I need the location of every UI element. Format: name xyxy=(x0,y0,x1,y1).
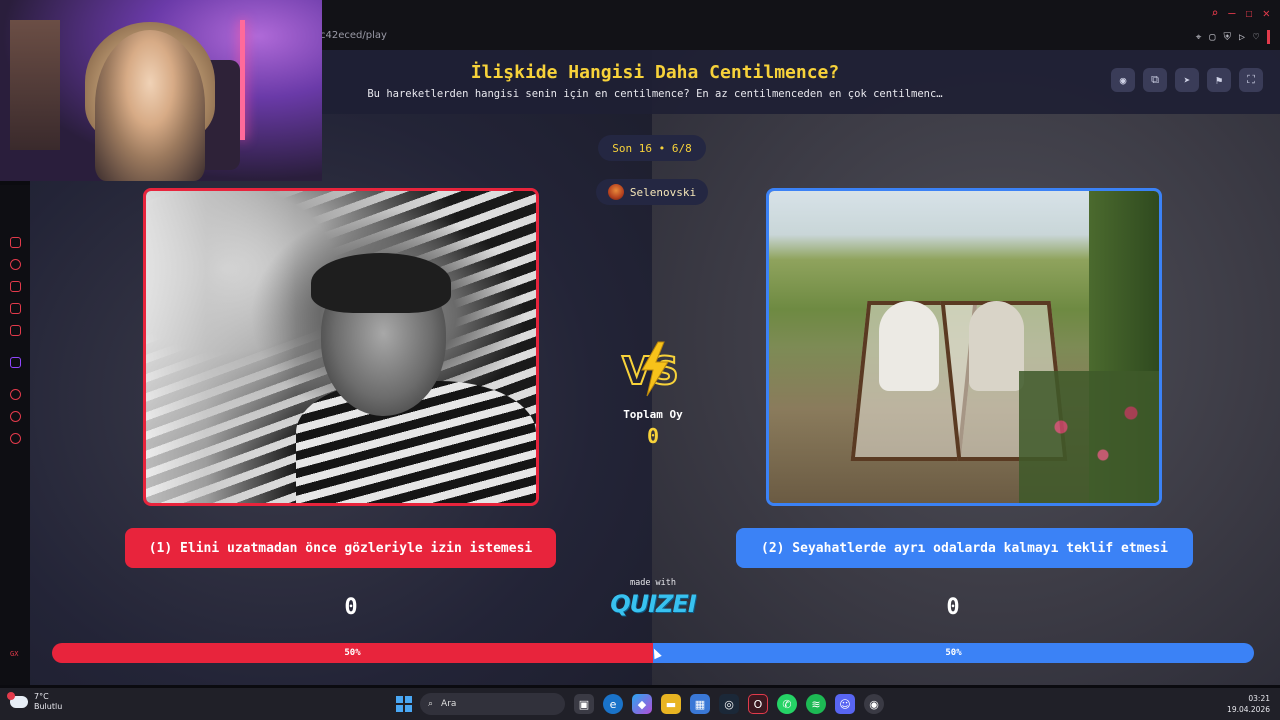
edge-icon[interactable]: e xyxy=(603,694,623,714)
clock-time: 03:21 xyxy=(1248,694,1270,703)
search-icon: ⌕ xyxy=(428,699,434,709)
discord-icon[interactable]: ☺ xyxy=(835,694,855,714)
option-right-button[interactable]: (2) Seyahatlerde ayrı odalarda kalmayı t… xyxy=(736,528,1193,568)
total-votes-value: 0 xyxy=(646,424,660,448)
bar-left-label: 50% xyxy=(344,648,361,658)
windows-start-icon[interactable] xyxy=(396,696,412,712)
total-votes-label: Toplam Oy xyxy=(623,408,683,421)
bar-right-segment: 50% xyxy=(653,643,1254,663)
store-icon[interactable]: ▦ xyxy=(690,694,710,714)
webcam-overlay xyxy=(0,0,322,181)
browser-sidebar: GX xyxy=(0,185,30,685)
avatar xyxy=(607,184,624,200)
bar-right-label: 50% xyxy=(945,648,962,658)
steam-icon[interactable]: ◎ xyxy=(719,694,739,714)
minimize-icon[interactable]: — xyxy=(1228,6,1235,20)
fullscreen-icon[interactable]: ⛶ xyxy=(1239,68,1263,92)
taskbar-apps: ▣ e ◆ ▬ ▦ ◎ O ✆ ≋ ☺ ◉ xyxy=(574,694,884,714)
score-right: 0 xyxy=(946,595,960,620)
whatsapp-icon[interactable]: ✆ xyxy=(777,694,797,714)
taskbar-search[interactable]: ⌕ Ara xyxy=(420,693,565,715)
task-view-icon[interactable]: ▣ xyxy=(574,694,594,714)
user-badge[interactable]: Selenovski xyxy=(596,179,708,205)
search-icon[interactable]: ⌕ xyxy=(1211,6,1218,20)
system-clock[interactable]: 03:21 19.04.2026 xyxy=(1227,693,1270,715)
bookmark-icon[interactable]: ▢ xyxy=(1209,32,1215,43)
flag-icon[interactable]: ⚑ xyxy=(1207,68,1231,92)
bw-portrait-photo xyxy=(146,191,536,503)
gx-label: GX xyxy=(10,650,19,658)
close-icon[interactable]: ✕ xyxy=(1263,6,1270,20)
window-controls: ⌕ — ☐ ✕ xyxy=(1211,6,1270,20)
clock-date: 19.04.2026 xyxy=(1227,705,1270,714)
windows-taskbar: 7°C Bulutlu ⌕ Ara ▣ e ◆ ▬ ▦ ◎ O ✆ ≋ ☺ ◉ … xyxy=(0,688,1280,720)
close-circle-icon[interactable] xyxy=(10,389,21,400)
gx-accent-bar xyxy=(1267,30,1270,44)
music-icon[interactable] xyxy=(10,325,21,336)
user-name: Selenovski xyxy=(629,185,697,199)
score-left: 0 xyxy=(344,595,358,620)
option-left-button[interactable]: (1) Elini uzatmadan önce gözleriyle izin… xyxy=(125,528,556,568)
clock-icon[interactable] xyxy=(10,411,21,422)
search-placeholder: Ara xyxy=(441,699,457,709)
countryside-photo xyxy=(769,191,1159,503)
folder-icon[interactable]: ▬ xyxy=(661,694,681,714)
play-icon[interactable]: ▷ xyxy=(1239,32,1245,43)
maximize-icon[interactable]: ☐ xyxy=(1246,6,1253,20)
weather-temp: 7°C xyxy=(34,692,49,701)
header-actions: ◉ ⧉ ➤ ⚑ ⛶ xyxy=(1111,68,1263,92)
chat-icon[interactable] xyxy=(10,303,21,314)
gamepad-icon[interactable] xyxy=(10,237,21,248)
bag-icon[interactable] xyxy=(10,281,21,292)
settings-icon[interactable] xyxy=(10,433,21,444)
round-badge: Son 16 • 6/8 xyxy=(598,135,706,161)
weather-desc: Bulutlu xyxy=(34,702,63,711)
weather-widget[interactable]: 7°C Bulutlu xyxy=(7,692,63,712)
option-left-image[interactable] xyxy=(143,188,539,506)
extension-bar: ⌖ ▢ ⛨ ▷ ♡ xyxy=(1196,30,1270,44)
pin-icon[interactable]: ⌖ xyxy=(1196,32,1202,43)
refresh-icon[interactable] xyxy=(10,259,21,270)
opera-gx-icon[interactable]: O xyxy=(748,694,768,714)
cloud-icon xyxy=(7,692,28,708)
quizei-logo[interactable]: QUIZEI xyxy=(600,590,706,618)
eye-icon[interactable]: ◉ xyxy=(1111,68,1135,92)
send-icon[interactable]: ➤ xyxy=(1175,68,1199,92)
copilot-icon[interactable]: ◆ xyxy=(632,694,652,714)
shield-icon[interactable]: ⛨ xyxy=(1223,32,1231,43)
copy-icon[interactable]: ⧉ xyxy=(1143,68,1167,92)
option-right-image[interactable] xyxy=(766,188,1162,506)
spotify-icon[interactable]: ≋ xyxy=(806,694,826,714)
obs-icon[interactable]: ◉ xyxy=(864,694,884,714)
made-with-label: made with xyxy=(629,578,677,588)
address-bar[interactable]: c42eced/play xyxy=(320,30,387,41)
vs-icon: VS xyxy=(621,341,680,397)
twitch-icon[interactable] xyxy=(10,357,21,368)
bar-left-segment: 50% xyxy=(52,643,653,663)
heart-icon[interactable]: ♡ xyxy=(1253,32,1259,43)
